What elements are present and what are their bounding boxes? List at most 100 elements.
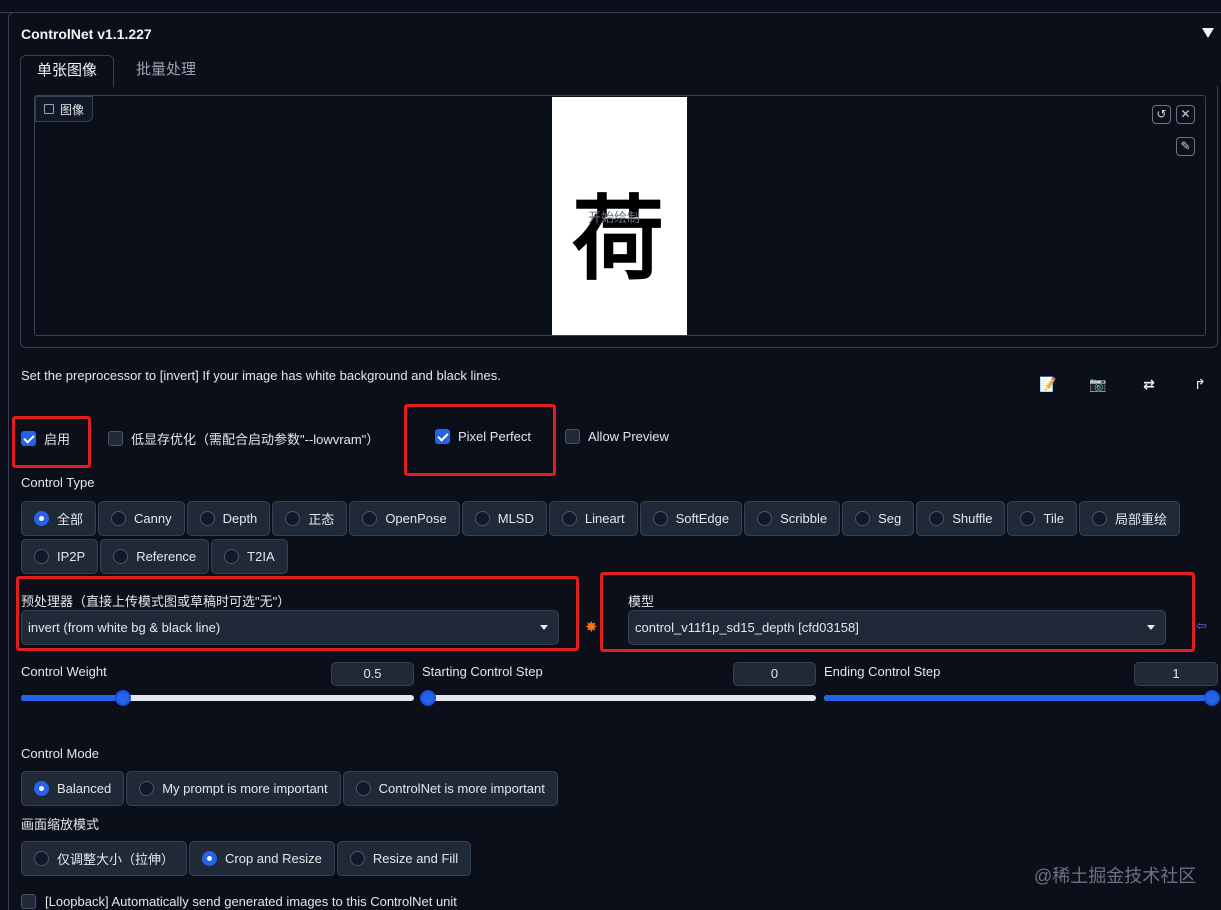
highlight-preprocessor (16, 576, 579, 651)
radio-label: MLSD (497, 511, 534, 526)
radio-dot (362, 511, 378, 526)
ending-step-label: Ending Control Step (824, 664, 941, 679)
control-type-option[interactable]: Seg (842, 501, 915, 536)
radio-label: IP2P (57, 549, 86, 564)
radio-dot (561, 511, 577, 526)
starting-step-input[interactable]: 0 (733, 662, 816, 686)
radio-label: ControlNet is more important (378, 781, 545, 796)
control-type-option[interactable]: Shuffle (916, 501, 1006, 536)
ending-step-thumb[interactable] (1204, 690, 1220, 706)
control-type-group-row2: IP2P Reference T2IA (21, 539, 1221, 574)
radio-dot (474, 511, 490, 526)
radio-dot (34, 511, 49, 526)
control-weight-thumb[interactable] (115, 690, 131, 706)
tab-batch[interactable]: 批量处理 (120, 55, 212, 87)
control-weight-slider[interactable] (21, 690, 414, 706)
control-type-option[interactable]: T2IA (211, 539, 288, 574)
highlight-model (600, 572, 1195, 652)
ending-step-input[interactable]: 1 (1134, 662, 1218, 686)
radio-dot (855, 511, 871, 526)
radio-dot (199, 511, 215, 526)
resize-mode-option[interactable]: Crop and Resize (189, 841, 335, 876)
radio-label: OpenPose (385, 511, 447, 526)
control-type-option[interactable]: MLSD (461, 501, 547, 536)
control-type-option[interactable]: Reference (100, 539, 210, 574)
ending-step-fill (824, 695, 1218, 701)
resize-mode-group: 仅调整大小（拉伸） Crop and Resize Resize and Fill (21, 841, 473, 876)
loopback-label: [Loopback] Automatically send generated … (45, 894, 457, 909)
loopback-check-box[interactable] (21, 894, 36, 909)
radio-label: 正态 (308, 512, 335, 527)
radio-label: My prompt is more important (162, 781, 328, 796)
radio-dot (1020, 511, 1036, 526)
radio-dot (355, 781, 371, 796)
allow-preview-checkbox[interactable]: Allow Preview (565, 429, 669, 444)
control-mode-option[interactable]: My prompt is more important (126, 771, 341, 806)
canvas-hint: 开始绘制 (588, 210, 641, 225)
swap-icon[interactable]: ⇄ (1139, 374, 1159, 394)
resize-mode-option[interactable]: 仅调整大小（拉伸） (21, 841, 188, 876)
image-label-text: 图像 (60, 102, 85, 117)
control-mode-label: Control Mode (21, 746, 100, 761)
control-type-option[interactable]: Canny (98, 501, 185, 536)
radio-label: Balanced (57, 781, 112, 796)
close-icon[interactable]: ✕ (1176, 105, 1195, 124)
camera-icon[interactable]: 📷 (1088, 374, 1108, 394)
allow-preview-label: Allow Preview (588, 429, 669, 444)
edit-icon[interactable]: 📝 (1038, 374, 1058, 394)
loopback-checkbox[interactable]: [Loopback] Automatically send generated … (21, 894, 457, 909)
control-type-group: 全部 Canny Depth 正态 OpenPose MLSD Lineart SoftEdg… (21, 501, 1221, 536)
control-type-option[interactable]: Scribble (744, 501, 841, 536)
control-type-option[interactable]: Depth (186, 501, 271, 536)
control-type-option[interactable]: IP2P (21, 539, 99, 574)
lowvram-checkbox[interactable]: 低显存优化（需配合启动参数"--lowvram"） (108, 429, 379, 448)
control-type-option[interactable]: 正态 (272, 501, 348, 536)
radio-label: 全部 (57, 512, 84, 527)
undo-icon[interactable]: ↺ (1152, 105, 1171, 124)
image-glyph: 荷 (571, 186, 664, 293)
tab-single-image[interactable]: 单张图像 (20, 55, 115, 87)
control-mode-option[interactable]: Balanced (21, 771, 125, 806)
resize-mode-option[interactable]: Resize and Fill (336, 841, 472, 876)
brush-icon[interactable]: ✎ (1176, 137, 1195, 156)
lowvram-check-box[interactable] (108, 431, 123, 446)
highlight-pixel-perfect (404, 404, 556, 476)
image-icon (44, 104, 54, 114)
radio-dot (757, 511, 773, 526)
highlight-enable (12, 416, 91, 468)
refresh-models-icon[interactable]: ⇦ (1196, 618, 1207, 634)
radio-dot (139, 781, 155, 796)
radio-dot (1091, 511, 1107, 526)
control-weight-input[interactable]: 0.5 (331, 662, 414, 686)
lowvram-label: 低显存优化（需配合启动参数"--lowvram"） (131, 432, 380, 447)
radio-label: Seg (878, 511, 902, 526)
control-type-option[interactable]: 局部重绘 (1078, 501, 1180, 536)
control-type-option[interactable]: SoftEdge (639, 501, 743, 536)
ending-step-slider[interactable] (824, 690, 1220, 706)
starting-step-thumb[interactable] (420, 690, 436, 706)
allow-preview-check-box[interactable] (565, 429, 580, 444)
control-mode-option[interactable]: ControlNet is more important (342, 771, 558, 806)
radio-label: Depth (222, 511, 258, 526)
control-type-label: Control Type (21, 475, 95, 490)
explode-icon[interactable]: ✸ (585, 618, 598, 636)
radio-label: Shuffle (952, 511, 993, 526)
radio-label: Scribble (780, 511, 828, 526)
preprocessor-hint: Set the preprocessor to [invert] If your… (21, 368, 501, 383)
control-type-option[interactable]: 全部 (21, 501, 97, 536)
radio-dot (285, 511, 301, 526)
radio-label: Canny (134, 511, 172, 526)
starting-step-slider[interactable] (420, 690, 816, 706)
radio-dot (34, 781, 49, 796)
control-type-option[interactable]: OpenPose (349, 501, 460, 536)
control-type-option[interactable]: Lineart (548, 501, 638, 536)
triangle-down-icon[interactable] (1202, 28, 1214, 38)
radio-label: SoftEdge (675, 511, 730, 526)
control-type-option[interactable]: Tile (1007, 501, 1077, 536)
panel-title: ControlNet v1.1.227 (21, 26, 152, 42)
image-label: 图像 (35, 96, 94, 122)
control-weight-fill (21, 695, 123, 701)
send-icon[interactable]: ↱ (1190, 374, 1210, 394)
radio-label: Resize and Fill (372, 851, 459, 866)
radio-dot (929, 511, 945, 526)
